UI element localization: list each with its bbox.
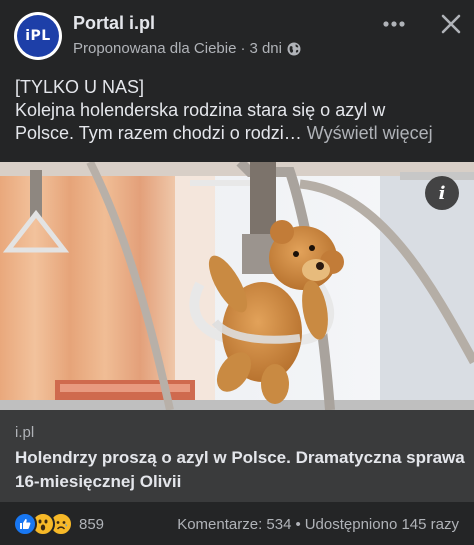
post-message: [TYLKO U NAS] Kolejna holenderska rodzin… [15,76,465,145]
avatar-logo: iPL [17,15,59,57]
post-image[interactable]: i [0,162,474,410]
teddy-bear-photo [0,162,474,410]
post-line: Kolejna holenderska rodzina stara się o … [15,100,386,120]
globe-icon [287,42,301,56]
suggested-label: Proponowana dla Ciebie [73,40,237,57]
see-more-link[interactable]: Wyświetl więcej [307,123,433,143]
engagement-stats: Komentarze: 534 • Udostępniono 145 razy [177,516,459,533]
comments-count-link[interactable]: Komentarze: 534 [177,516,291,533]
reactions-summary[interactable]: 859 [13,512,105,536]
page-avatar[interactable]: iPL [14,12,62,60]
reaction-count: 859 [79,515,105,533]
post-line: Polsce. Tym razem chodzi o rodzi… [15,123,302,143]
close-icon[interactable] [435,8,467,40]
link-domain: i.pl [15,424,35,441]
post-meta: Proponowana dla Ciebie · 3 dni [73,40,301,57]
post-line: [TYLKO U NAS] [15,77,145,97]
page-name-link[interactable]: Portal i.pl [73,13,155,34]
like-icon [13,512,37,536]
info-icon[interactable]: i [425,176,459,210]
shares-count-link[interactable]: Udostępniono 145 razy [305,516,459,533]
link-preview[interactable]: i.pl Holendrzy proszą o azyl w Polsce. D… [0,410,474,502]
post-time[interactable]: 3 dni [249,40,282,57]
meta-separator: · [240,40,246,57]
feed-post: iPL Portal i.pl Proponowana dla Ciebie ·… [0,0,474,545]
stats-separator: • [295,516,301,533]
link-title: Holendrzy proszą o azyl w Polsce. Dramat… [15,448,465,491]
post-line-last: Polsce. Tym razem chodzi o rodzi… Wyświe… [15,122,465,145]
post-footer: 859 Komentarze: 534 • Udostępniono 145 raz… [0,502,474,545]
post-header: iPL Portal i.pl Proponowana dla Ciebie ·… [0,0,474,70]
more-options-icon[interactable] [378,12,410,36]
